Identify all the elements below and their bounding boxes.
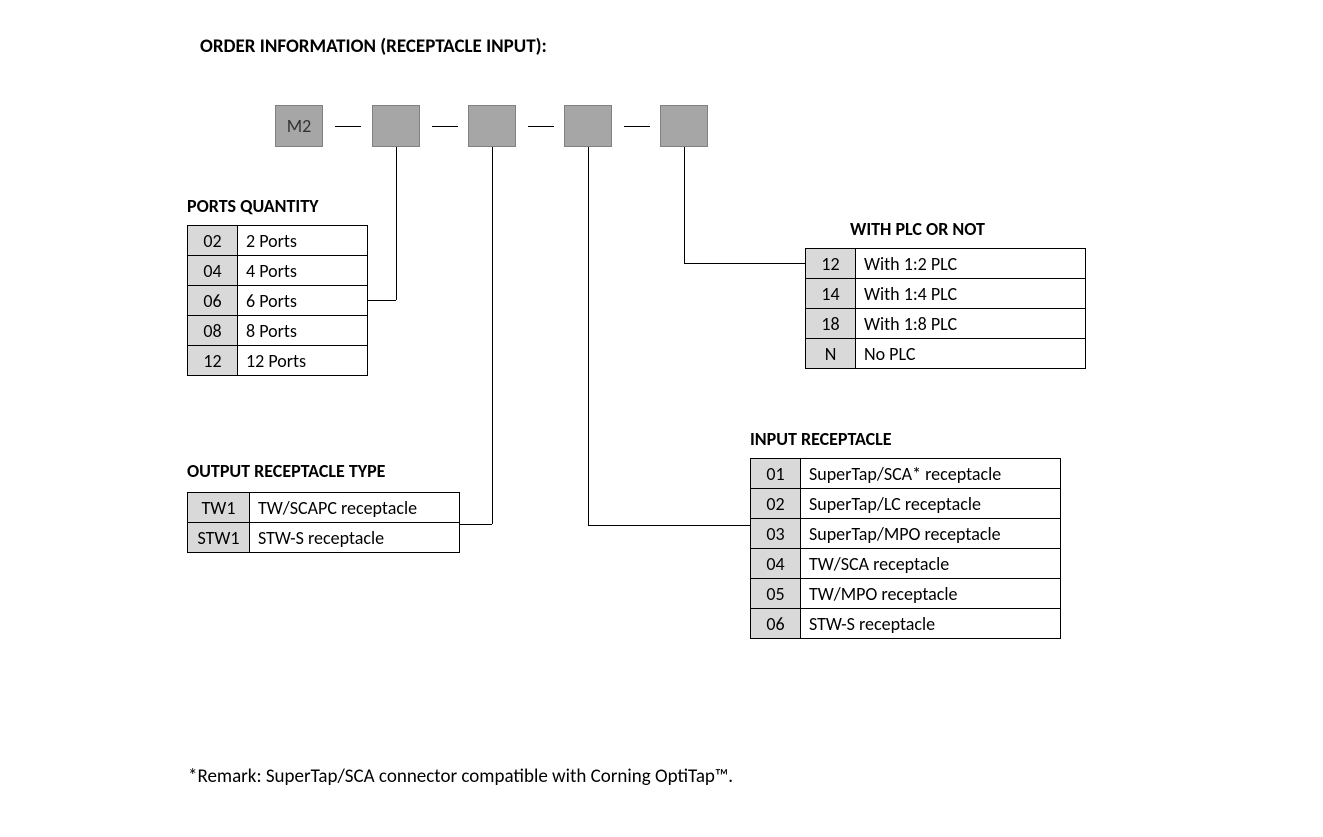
code-box-input: [564, 105, 612, 147]
dash-icon: [432, 126, 458, 127]
connector-line: [368, 300, 396, 301]
output-table: TW1TW/SCAPC receptacle STW1STW-S recepta…: [187, 492, 460, 553]
code-box-plc: [660, 105, 708, 147]
plc-section-title: WITH PLC OR NOT: [850, 218, 985, 240]
table-row: NNo PLC: [806, 339, 1086, 369]
code-cell: TW1: [188, 493, 250, 523]
code-cell: 02: [751, 489, 801, 519]
code-cell: N: [806, 339, 856, 369]
table-row: 01SuperTap/SCA* receptacle: [751, 459, 1061, 489]
desc-cell: SuperTap/SCA* receptacle: [801, 459, 1061, 489]
ports-table: 022 Ports 044 Ports 066 Ports 088 Ports …: [187, 225, 368, 376]
dash-icon: [528, 126, 554, 127]
desc-cell: With 1:2 PLC: [856, 249, 1086, 279]
ports-section-title: PORTS QUANTITY: [187, 195, 318, 217]
desc-cell: SuperTap/LC receptacle: [801, 489, 1061, 519]
table-row: 1212 Ports: [188, 346, 368, 376]
connector-line: [396, 147, 397, 300]
table-row: 18With 1:8 PLC: [806, 309, 1086, 339]
table-row: 04TW/SCA receptacle: [751, 549, 1061, 579]
table-row: 088 Ports: [188, 316, 368, 346]
desc-cell: 12 Ports: [238, 346, 368, 376]
desc-cell: SuperTap/MPO receptacle: [801, 519, 1061, 549]
desc-cell: TW/SCAPC receptacle: [250, 493, 460, 523]
code-cell: 12: [806, 249, 856, 279]
code-cell: 18: [806, 309, 856, 339]
desc-cell: No PLC: [856, 339, 1086, 369]
desc-cell: 8 Ports: [238, 316, 368, 346]
table-row: TW1TW/SCAPC receptacle: [188, 493, 460, 523]
plc-table: 12With 1:2 PLC 14With 1:4 PLC 18With 1:8…: [805, 248, 1086, 369]
desc-cell: STW-S receptacle: [250, 523, 460, 553]
table-row: 06STW-S receptacle: [751, 609, 1061, 639]
table-row: 12With 1:2 PLC: [806, 249, 1086, 279]
page-title: ORDER INFORMATION (RECEPTACLE INPUT):: [200, 35, 547, 58]
table-row: 066 Ports: [188, 286, 368, 316]
code-cell: 06: [188, 286, 238, 316]
table-row: 03SuperTap/MPO receptacle: [751, 519, 1061, 549]
desc-cell: TW/MPO receptacle: [801, 579, 1061, 609]
code-cell: 02: [188, 226, 238, 256]
code-cell: 03: [751, 519, 801, 549]
input-table: 01SuperTap/SCA* receptacle 02SuperTap/LC…: [750, 458, 1061, 639]
table-row: 05TW/MPO receptacle: [751, 579, 1061, 609]
table-row: 14With 1:4 PLC: [806, 279, 1086, 309]
desc-cell: With 1:8 PLC: [856, 309, 1086, 339]
code-cell: 06: [751, 609, 801, 639]
code-box-prefix: M2: [275, 105, 323, 147]
connector-line: [588, 147, 589, 525]
remark-text: *Remark: SuperTap/SCA connector compatib…: [188, 765, 733, 788]
code-cell: 04: [751, 549, 801, 579]
input-section-title: INPUT RECEPTACLE: [750, 428, 892, 450]
dash-icon: [624, 126, 650, 127]
code-cell: 01: [751, 459, 801, 489]
code-box-ports: [372, 105, 420, 147]
output-section-title: OUTPUT RECEPTACLE TYPE: [187, 460, 385, 482]
table-row: STW1STW-S receptacle: [188, 523, 460, 553]
dash-icon: [335, 126, 361, 127]
table-row: 022 Ports: [188, 226, 368, 256]
code-cell: 05: [751, 579, 801, 609]
connector-line: [588, 525, 750, 526]
code-cell: STW1: [188, 523, 250, 553]
connector-line: [684, 263, 805, 264]
desc-cell: 2 Ports: [238, 226, 368, 256]
code-cell: 14: [806, 279, 856, 309]
code-cell: 12: [188, 346, 238, 376]
table-row: 02SuperTap/LC receptacle: [751, 489, 1061, 519]
desc-cell: 4 Ports: [238, 256, 368, 286]
table-row: 044 Ports: [188, 256, 368, 286]
connector-line: [492, 147, 493, 524]
desc-cell: STW-S receptacle: [801, 609, 1061, 639]
code-cell: 08: [188, 316, 238, 346]
code-box-output: [468, 105, 516, 147]
code-cell: 04: [188, 256, 238, 286]
connector-line: [684, 147, 685, 263]
desc-cell: TW/SCA receptacle: [801, 549, 1061, 579]
desc-cell: 6 Ports: [238, 286, 368, 316]
desc-cell: With 1:4 PLC: [856, 279, 1086, 309]
connector-line: [460, 524, 492, 525]
